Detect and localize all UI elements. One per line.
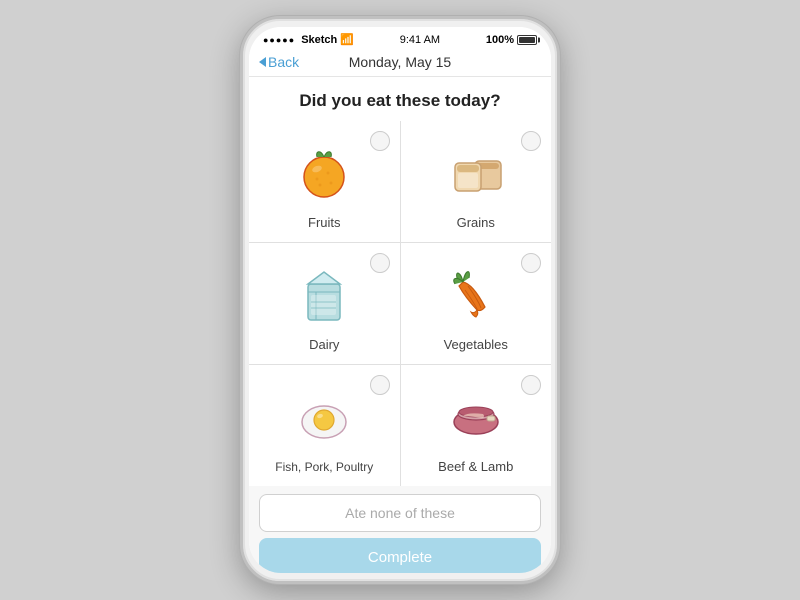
fruits-icon bbox=[289, 137, 359, 207]
food-cell-dairy[interactable]: Dairy bbox=[249, 243, 400, 364]
back-label: Back bbox=[268, 54, 299, 70]
status-time: 9:41 AM bbox=[400, 34, 440, 46]
food-cell-fish-pork-poultry[interactable]: Fish, Pork, Poultry bbox=[249, 365, 400, 486]
battery-icon bbox=[517, 35, 537, 45]
question-title: Did you eat these today? bbox=[249, 77, 551, 121]
fruits-label: Fruits bbox=[308, 215, 341, 230]
status-left: ●●●●● Sketch 📶 bbox=[263, 33, 354, 46]
signal-dots: ●●●●● bbox=[263, 35, 295, 45]
dairy-select-circle bbox=[370, 253, 390, 273]
wifi-icon: 📶 bbox=[340, 33, 354, 46]
status-bar: ●●●●● Sketch 📶 9:41 AM 100% bbox=[249, 27, 551, 48]
bottom-area: Ate none of these Complete bbox=[249, 486, 551, 573]
vegetables-icon bbox=[441, 259, 511, 329]
beef-lamb-label: Beef & Lamb bbox=[438, 459, 513, 474]
food-cell-vegetables[interactable]: Vegetables bbox=[401, 243, 552, 364]
fish-pork-poultry-label: Fish, Pork, Poultry bbox=[275, 460, 373, 474]
beef-lamb-icon bbox=[441, 381, 511, 451]
battery-fill bbox=[519, 37, 535, 43]
main-content: Did you eat these today? bbox=[249, 77, 551, 573]
phone-screen: ●●●●● Sketch 📶 9:41 AM 100% Back Monday,… bbox=[249, 27, 551, 573]
chevron-left-icon bbox=[259, 57, 266, 67]
fish-pork-poultry-icon bbox=[289, 382, 359, 452]
nav-bar: Back Monday, May 15 bbox=[249, 48, 551, 77]
food-cell-beef-lamb[interactable]: Beef & Lamb bbox=[401, 365, 552, 486]
complete-button[interactable]: Complete bbox=[259, 538, 541, 573]
fish-pork-poultry-select-circle bbox=[370, 375, 390, 395]
status-right: 100% bbox=[486, 34, 537, 46]
food-cell-fruits[interactable]: Fruits bbox=[249, 121, 400, 242]
beef-lamb-select-circle bbox=[521, 375, 541, 395]
food-grid: Fruits bbox=[249, 121, 551, 486]
grains-label: Grains bbox=[457, 215, 495, 230]
vegetables-label: Vegetables bbox=[444, 337, 508, 352]
grains-select-circle bbox=[521, 131, 541, 151]
phone-frame: ●●●●● Sketch 📶 9:41 AM 100% Back Monday,… bbox=[240, 16, 560, 584]
back-button[interactable]: Back bbox=[259, 54, 299, 70]
food-cell-grains[interactable]: Grains bbox=[401, 121, 552, 242]
dairy-label: Dairy bbox=[309, 337, 339, 352]
fruits-select-circle bbox=[370, 131, 390, 151]
ate-none-button[interactable]: Ate none of these bbox=[259, 494, 541, 532]
network-name: Sketch bbox=[301, 34, 337, 46]
nav-title: Monday, May 15 bbox=[349, 54, 451, 70]
grains-icon bbox=[441, 137, 511, 207]
battery-percent: 100% bbox=[486, 34, 514, 46]
vegetables-select-circle bbox=[521, 253, 541, 273]
dairy-icon bbox=[289, 259, 359, 329]
